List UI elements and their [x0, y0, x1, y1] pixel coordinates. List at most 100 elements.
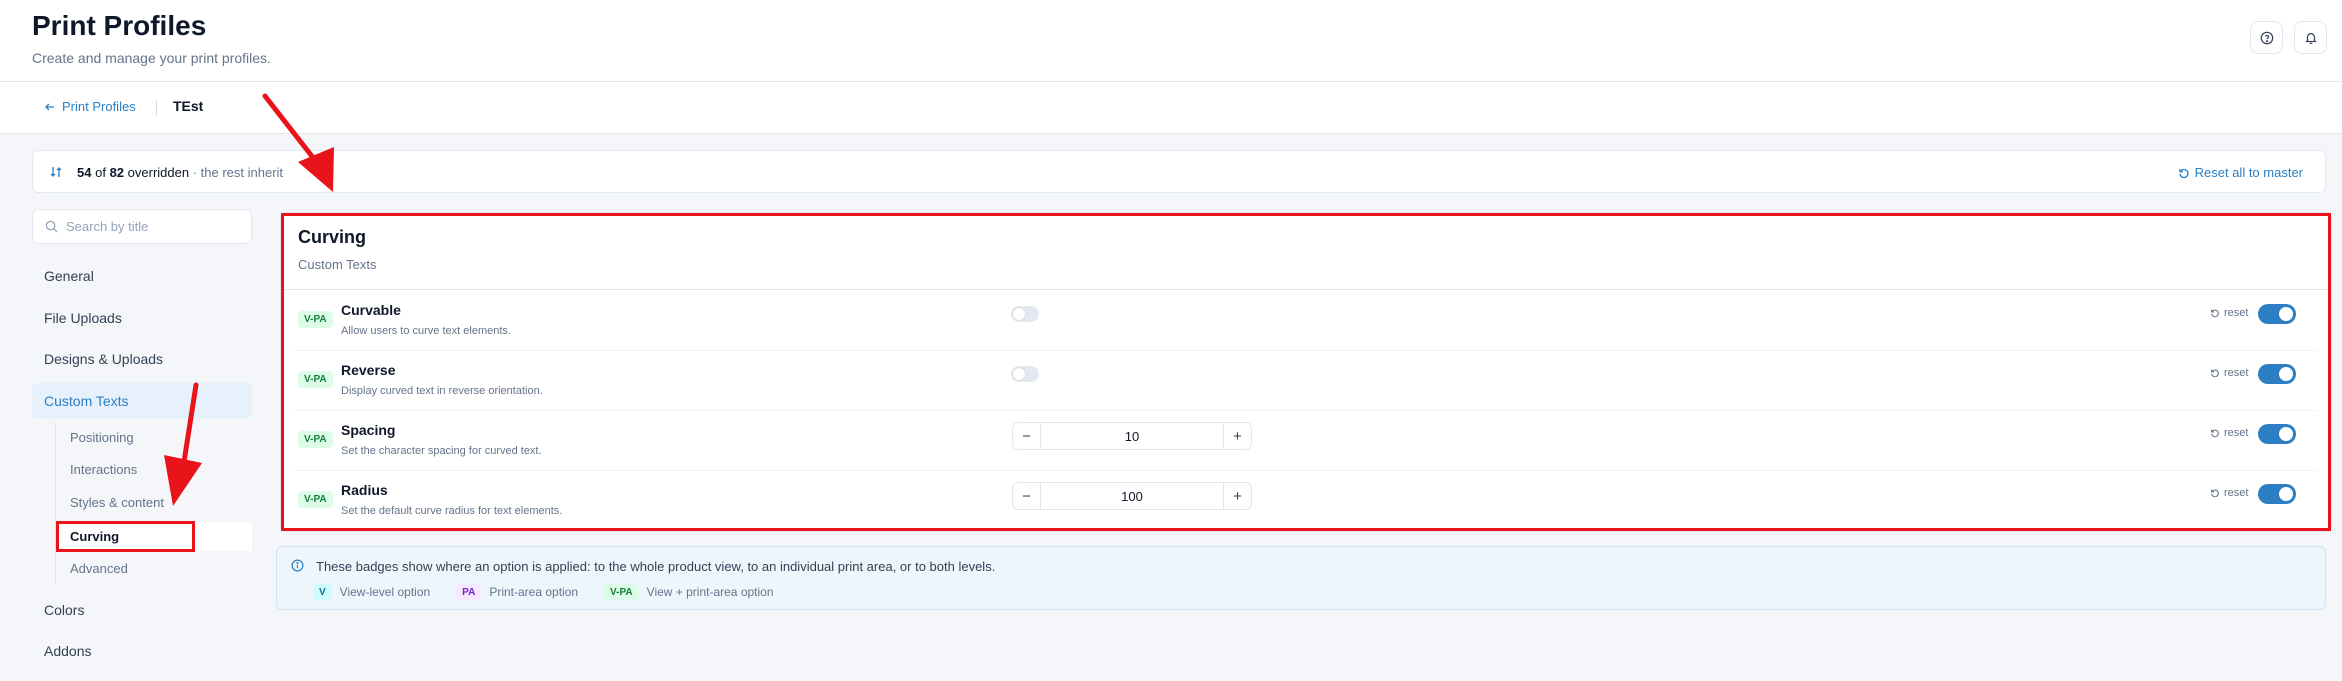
reset-icon [2211, 489, 2219, 498]
page-header: Print Profiles Create and manage your pr… [0, 0, 2342, 82]
reverse-value-toggle[interactable] [1011, 366, 1039, 382]
sub-item-advanced[interactable]: Advanced [56, 554, 252, 583]
decrement-button[interactable]: − [1013, 423, 1041, 449]
sub-item-label: Styles & content [70, 495, 164, 510]
reset-label: reset [2224, 367, 2249, 379]
override-summary-bar: 54 of 82 overridden · the rest inherit R… [32, 150, 2326, 193]
increment-button[interactable]: + [1223, 483, 1251, 509]
increment-button[interactable]: + [1223, 423, 1251, 449]
legend-label: Print-area option [489, 585, 579, 599]
override-total: 82 [109, 165, 125, 180]
reset-icon [2211, 369, 2219, 378]
legend-badge-v: V [313, 584, 332, 600]
sidebar-item-label: Custom Texts [44, 393, 129, 409]
panel-divider [281, 289, 2331, 290]
panel-title: Curving [298, 227, 367, 247]
option-row-radius: V-PA Radius Set the default curve radius… [281, 471, 2331, 531]
sidebar-item-label: General [44, 268, 94, 284]
option-label: Reverse [341, 362, 396, 378]
option-label: Curvable [341, 302, 401, 318]
reset-label: reset [2224, 427, 2249, 439]
reset-button[interactable]: reset [2210, 367, 2248, 379]
sidebar-item-colors[interactable]: Colors [32, 592, 252, 628]
sidebar-item-label: Designs & Uploads [44, 351, 164, 367]
sidebar-item-custom-texts[interactable]: Custom Texts [32, 383, 252, 419]
override-toggle[interactable] [2258, 364, 2296, 384]
sub-item-styles-content[interactable]: Styles & content [56, 488, 252, 517]
sub-item-positioning[interactable]: Positioning [56, 423, 252, 452]
sidebar-item-file-uploads[interactable]: File Uploads [32, 300, 252, 336]
reset-icon [2211, 309, 2219, 318]
override-toggle[interactable] [2258, 424, 2296, 444]
radius-stepper: − 100 + [1012, 482, 1252, 510]
notifications-button[interactable] [2294, 21, 2327, 54]
legend-label: View-level option [339, 585, 431, 599]
scope-badge: V-PA [298, 431, 333, 448]
search-input[interactable] [66, 219, 236, 234]
option-row-curvable: V-PA Curvable Allow users to curve text … [281, 291, 2331, 351]
stepper-value[interactable]: 100 [1041, 483, 1223, 509]
page-subtitle: Create and manage your print profiles. [32, 50, 271, 66]
override-rest: · the rest inherit [192, 165, 284, 180]
sidebar-item-general[interactable]: General [32, 258, 252, 294]
legend-label: View + print-area option [646, 585, 774, 599]
swap-arrows-icon [50, 167, 62, 177]
override-count: 54 [77, 165, 92, 180]
spacing-stepper: − 10 + [1012, 422, 1252, 450]
breadcrumb: Print Profiles TEst [0, 82, 2342, 134]
arrow-left-icon [45, 103, 54, 110]
reset-icon [2178, 168, 2189, 178]
sub-item-interactions[interactable]: Interactions [56, 455, 252, 484]
badge-info-box: These badges show where an option is app… [276, 546, 2326, 610]
legend-badge-vpa: V-PA [604, 584, 639, 600]
breadcrumb-divider [156, 100, 157, 116]
option-label: Radius [341, 482, 388, 498]
breadcrumb-back-label: Print Profiles [62, 99, 136, 114]
override-toggle[interactable] [2258, 304, 2296, 324]
reset-icon [2211, 429, 2219, 438]
reset-button[interactable]: reset [2210, 427, 2248, 439]
scope-badge: V-PA [298, 311, 333, 328]
option-description: Allow users to curve text elements. [341, 325, 511, 337]
search-box[interactable] [32, 209, 252, 244]
help-circle-icon [2260, 31, 2273, 44]
reset-button[interactable]: reset [2210, 307, 2248, 319]
reset-label: reset [2224, 307, 2249, 319]
override-label: overridden [127, 165, 190, 180]
curvable-value-toggle[interactable] [1011, 306, 1039, 322]
scope-badge: V-PA [298, 491, 333, 508]
info-text: These badges show where an option is app… [316, 559, 996, 574]
breadcrumb-back-link[interactable]: Print Profiles [44, 99, 136, 114]
sidebar-item-label: Colors [44, 602, 85, 618]
breadcrumb-current: TEst [173, 98, 204, 114]
sub-item-label: Positioning [70, 430, 134, 445]
sub-item-label: Interactions [70, 462, 138, 477]
reset-all-label: Reset all to master [2194, 165, 2303, 180]
option-description: Set the character spacing for curved tex… [341, 445, 542, 457]
reset-all-button[interactable]: Reset all to master [2178, 165, 2303, 180]
sidebar-item-designs-uploads[interactable]: Designs & Uploads [32, 341, 252, 377]
panel-subtitle: Custom Texts [298, 257, 377, 272]
option-row-spacing: V-PA Spacing Set the character spacing f… [281, 411, 2331, 471]
page-title: Print Profiles [32, 10, 207, 41]
option-description: Display curved text in reverse orientati… [341, 385, 543, 397]
info-icon [291, 559, 304, 572]
legend-badge-pa: PA [456, 584, 482, 600]
sidebar-item-addons[interactable]: Addons [32, 633, 252, 669]
sidebar-item-label: File Uploads [44, 310, 122, 326]
help-button[interactable] [2250, 21, 2283, 54]
override-toggle[interactable] [2258, 484, 2296, 504]
override-summary-text: 54 of 82 overridden · the rest inherit [77, 165, 283, 180]
option-label: Spacing [341, 422, 396, 438]
reset-label: reset [2224, 487, 2249, 499]
reset-button[interactable]: reset [2210, 487, 2248, 499]
option-description: Set the default curve radius for text el… [341, 505, 563, 517]
curving-panel: Curving Custom Texts V-PA Curvable Allow… [280, 212, 2332, 532]
override-of: of [95, 165, 106, 180]
decrement-button[interactable]: − [1013, 483, 1041, 509]
badge-legend: V View-level option PA Print-area option… [313, 584, 774, 600]
sub-item-label: Curving [70, 529, 120, 544]
sub-item-label: Advanced [70, 561, 128, 576]
stepper-value[interactable]: 10 [1041, 423, 1223, 449]
sub-item-curving[interactable]: Curving [56, 522, 252, 551]
